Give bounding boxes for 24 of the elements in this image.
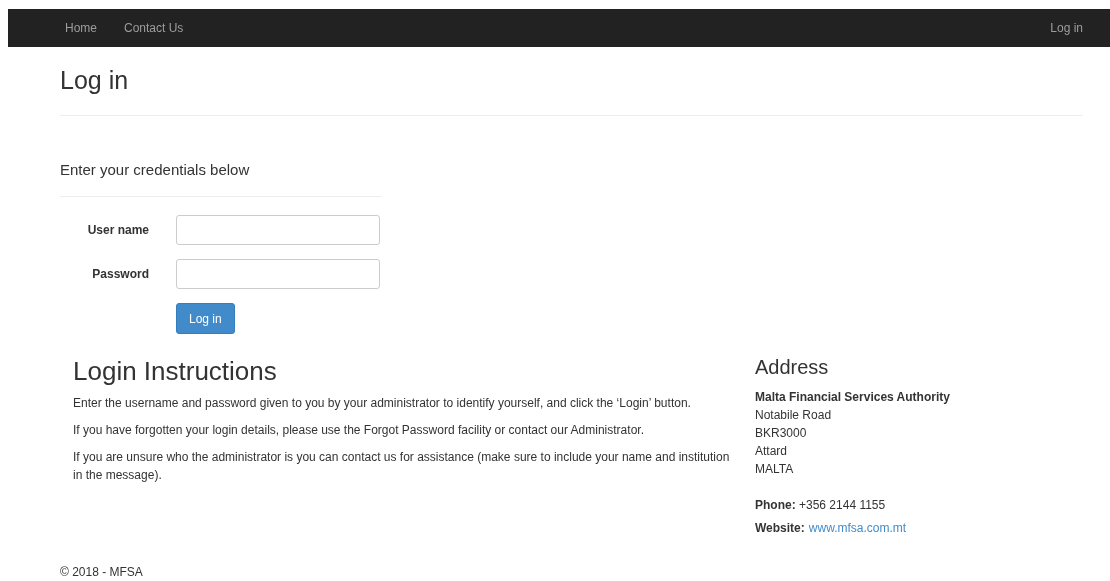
website-label: Website: (755, 521, 805, 535)
phone-text: Phone: +356 2144 1155 (755, 497, 887, 514)
address-line: BKR3000 (755, 425, 808, 442)
section-heading: Login Instructions (73, 355, 278, 388)
instruction-text: If you are unsure who the administrator is you can contact us for assistance (make sure to include your name and institution in the message). (73, 449, 731, 484)
page-title: Log in (60, 65, 130, 95)
input-field[interactable] (176, 215, 380, 245)
website-link[interactable]: www.mfsa.com.mt (808, 521, 907, 535)
address-line: Notabile Road (755, 407, 833, 424)
instruction-text: If you have forgotten your login details, please use the Forgot Password facility or contact our Administrator. (73, 422, 645, 439)
field-label: Password (91, 267, 149, 281)
login-button[interactable]: Log in (176, 303, 235, 334)
nav-link[interactable]: Contact Us (124, 21, 184, 35)
address-line: MALTA (755, 461, 795, 478)
login-link[interactable]: Log in (1050, 21, 1083, 35)
address-line: Attard (755, 443, 788, 460)
instruction-text: Enter the username and password given to you by your administrator to identify yourself, and click the ‘Login’ button. (73, 395, 692, 412)
nav-link[interactable]: Home (65, 21, 97, 35)
organisation-name: Malta Financial Services Authority (755, 389, 950, 406)
field-label: User name (86, 223, 149, 237)
form-subtitle: Enter your credentials below (60, 161, 251, 179)
section-heading: Address (755, 355, 830, 380)
input-field[interactable] (176, 259, 380, 289)
footer-text: © 2018 - MFSA (60, 565, 144, 579)
